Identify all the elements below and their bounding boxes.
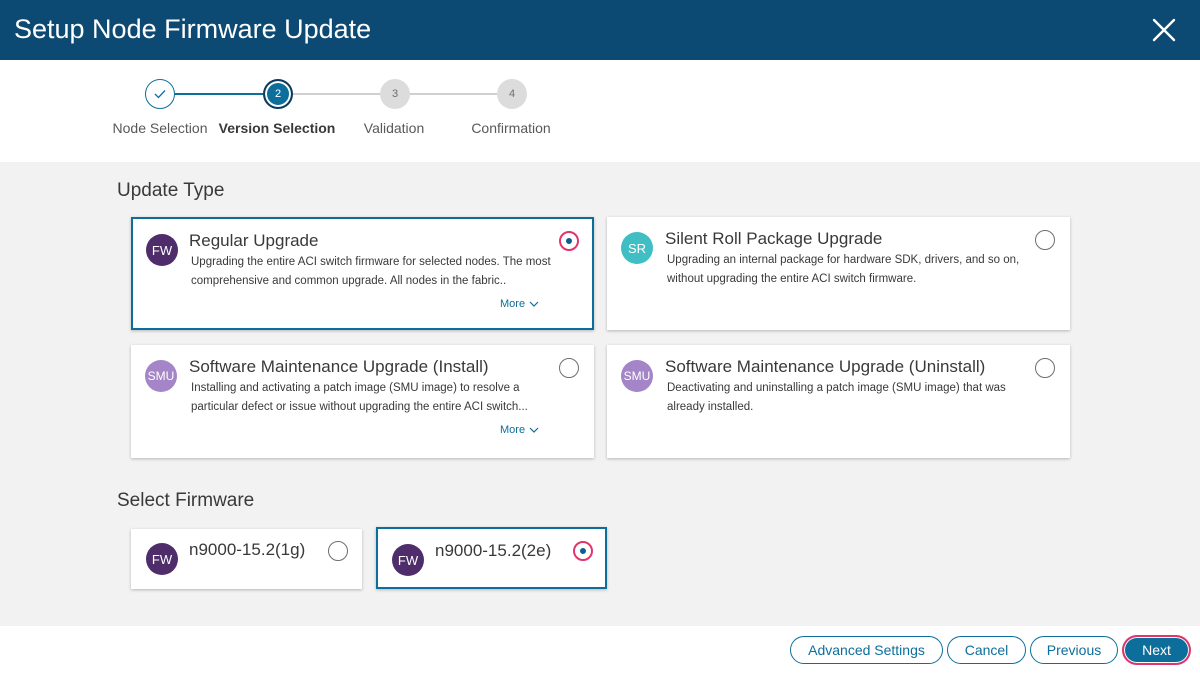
step-4-number: 4	[508, 88, 516, 100]
option-radio[interactable]	[1035, 358, 1055, 378]
step-3-circle: 3	[380, 79, 410, 109]
option-description: Deactivating and uninstalling a patch im…	[667, 382, 1006, 413]
step-connector	[175, 93, 263, 95]
step-connector	[293, 93, 380, 95]
select-firmware-title: Select Firmware	[117, 490, 255, 511]
option-title: Regular Upgrade	[189, 231, 319, 250]
more-label: More	[500, 298, 526, 310]
more-label: More	[500, 424, 526, 436]
option-radio[interactable]	[1035, 230, 1055, 250]
step-3-label: Validation	[363, 120, 425, 136]
wizard-footer: Advanced Settings Cancel Previous Next	[0, 626, 1200, 676]
firmware-version: n9000-15.2(1g)	[189, 540, 306, 559]
step-connector	[410, 93, 497, 95]
firmware-version: n9000-15.2(2e)	[435, 541, 552, 560]
next-button[interactable]: Next	[1122, 635, 1191, 665]
step-1-label: Node Selection	[112, 120, 208, 136]
fw-badge-icon: FW	[146, 543, 178, 575]
firmware-option-15-2-2e[interactable]: FW n9000-15.2(2e)	[376, 527, 607, 589]
chevron-down-icon	[529, 301, 539, 307]
cancel-button[interactable]: Cancel	[947, 636, 1026, 664]
smu-badge-icon: SMU	[621, 360, 653, 392]
close-icon[interactable]	[1148, 14, 1180, 46]
option-title: Software Maintenance Upgrade (Uninstall)	[665, 357, 986, 376]
firmware-radio[interactable]	[573, 541, 593, 561]
option-title: Software Maintenance Upgrade (Install)	[189, 357, 489, 376]
wizard-stepper: 2 3 4 Node Selection Version Selection V…	[0, 60, 1200, 162]
more-toggle[interactable]: More	[500, 298, 539, 310]
more-toggle[interactable]: More	[500, 424, 539, 436]
fw-badge-icon: FW	[146, 234, 178, 266]
update-option-silent-roll[interactable]: SR Silent Roll Package Upgrade Upgrading…	[607, 217, 1070, 330]
option-description: Installing and activating a patch image …	[191, 382, 528, 413]
update-option-smu-uninstall[interactable]: SMU Software Maintenance Upgrade (Uninst…	[607, 345, 1070, 458]
chevron-down-icon	[529, 427, 539, 433]
step-3-number: 3	[391, 88, 399, 100]
firmware-radio[interactable]	[328, 541, 348, 561]
option-radio[interactable]	[559, 231, 579, 251]
option-description: Upgrading the entire ACI switch firmware…	[191, 256, 551, 287]
step-1-check-icon	[145, 79, 175, 109]
option-title: Silent Roll Package Upgrade	[665, 229, 883, 248]
update-type-title: Update Type	[117, 180, 225, 201]
update-option-smu-install[interactable]: SMU Software Maintenance Upgrade (Instal…	[131, 345, 594, 458]
step-4-circle: 4	[497, 79, 527, 109]
fw-badge-icon: FW	[392, 544, 424, 576]
modal-header: Setup Node Firmware Update	[0, 0, 1200, 60]
update-option-regular[interactable]: FW Regular Upgrade Upgrading the entire …	[131, 217, 594, 330]
option-description: Upgrading an internal package for hardwa…	[667, 254, 1020, 285]
advanced-settings-button[interactable]: Advanced Settings	[790, 636, 943, 664]
sr-badge-icon: SR	[621, 232, 653, 264]
step-2-number: 2	[274, 88, 282, 100]
modal-title: Setup Node Firmware Update	[14, 14, 372, 44]
wizard-content: Update Type FW Regular Upgrade Upgrading…	[0, 162, 1200, 626]
smu-badge-icon: SMU	[145, 360, 177, 392]
step-4-label: Confirmation	[471, 120, 551, 136]
previous-button[interactable]: Previous	[1030, 636, 1118, 664]
firmware-option-15-2-1g[interactable]: FW n9000-15.2(1g)	[131, 529, 362, 589]
option-radio[interactable]	[559, 358, 579, 378]
step-2-circle: 2	[263, 79, 293, 109]
step-2-label: Version Selection	[218, 120, 336, 136]
